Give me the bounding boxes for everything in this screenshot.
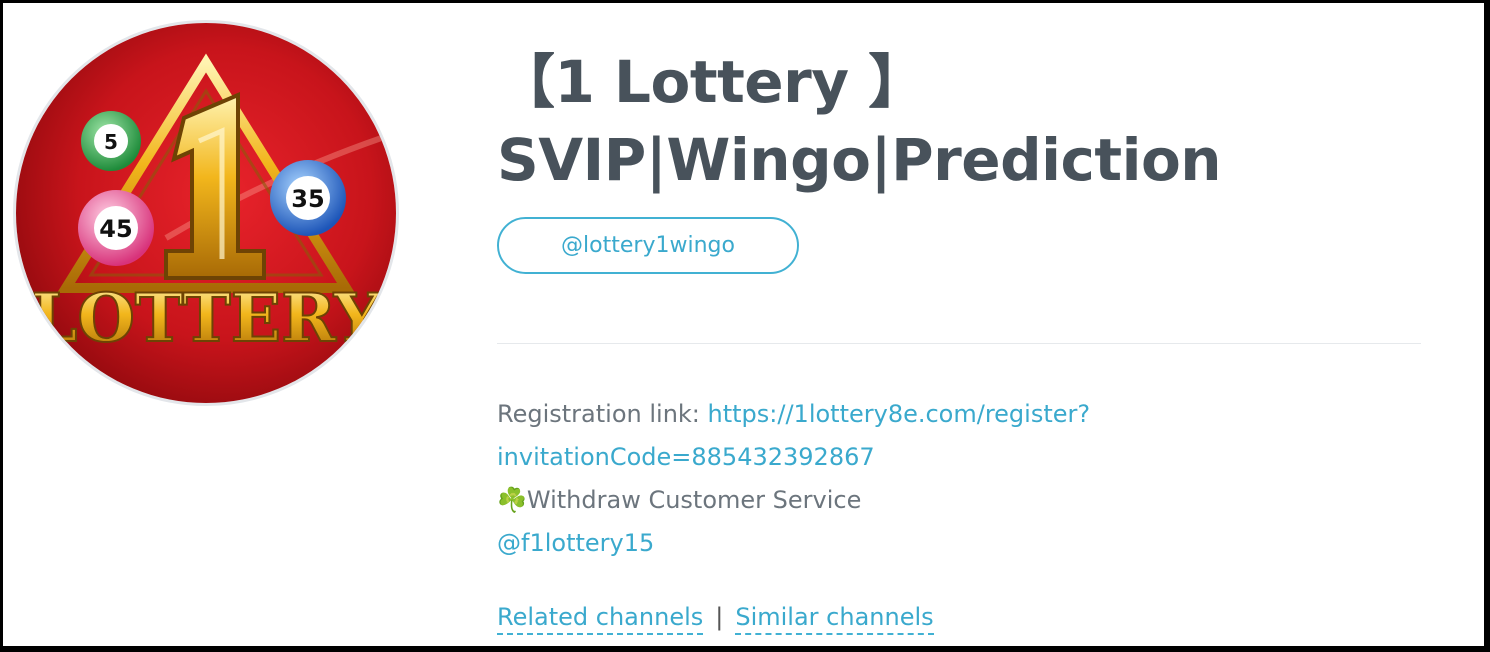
channel-links: Related channels | Similar channels: [497, 600, 934, 635]
ball-number-5: 5: [104, 130, 118, 154]
registration-link-continued[interactable]: invitationCode=885432392867: [497, 443, 875, 471]
service-line: ☘️Withdraw Customer Service: [497, 479, 1417, 522]
lottery-logo-icon: 5 45 35 LOTTERY: [16, 23, 396, 403]
registration-link[interactable]: https://1lottery8e.com/register?: [708, 400, 1091, 428]
service-text: Withdraw Customer Service: [526, 486, 862, 514]
page-frame: 5 45 35 LOTTERY 【1 Lottery 】 SVIP|Wingo|…: [0, 0, 1490, 652]
channel-title-line2: SVIP|Wingo|Prediction: [497, 126, 1222, 194]
similar-channels-link[interactable]: Similar channels: [735, 603, 934, 635]
registration-line-2: invitationCode=885432392867: [497, 436, 1417, 479]
links-separator: |: [715, 603, 724, 631]
channel-avatar: 5 45 35 LOTTERY: [13, 20, 399, 406]
channel-title-line1: 【1 Lottery 】: [497, 48, 926, 116]
related-channels-link[interactable]: Related channels: [497, 603, 704, 635]
channel-description: Registration link: https://1lottery8e.co…: [497, 393, 1417, 565]
registration-label: Registration link:: [497, 400, 708, 428]
channel-title: 【1 Lottery 】 SVIP|Wingo|Prediction: [497, 43, 1397, 199]
ball-number-35: 35: [291, 185, 324, 213]
clover-icon: ☘️: [497, 486, 527, 514]
ball-number-45: 45: [99, 215, 132, 243]
service-handle-link[interactable]: @f1lottery15: [497, 529, 654, 557]
service-handle-line: @f1lottery15: [497, 522, 1417, 565]
channel-username-button[interactable]: @lottery1wingo: [497, 217, 799, 274]
registration-line: Registration link: https://1lottery8e.co…: [497, 393, 1417, 436]
logo-text: LOTTERY: [31, 279, 382, 357]
divider: [497, 343, 1421, 344]
